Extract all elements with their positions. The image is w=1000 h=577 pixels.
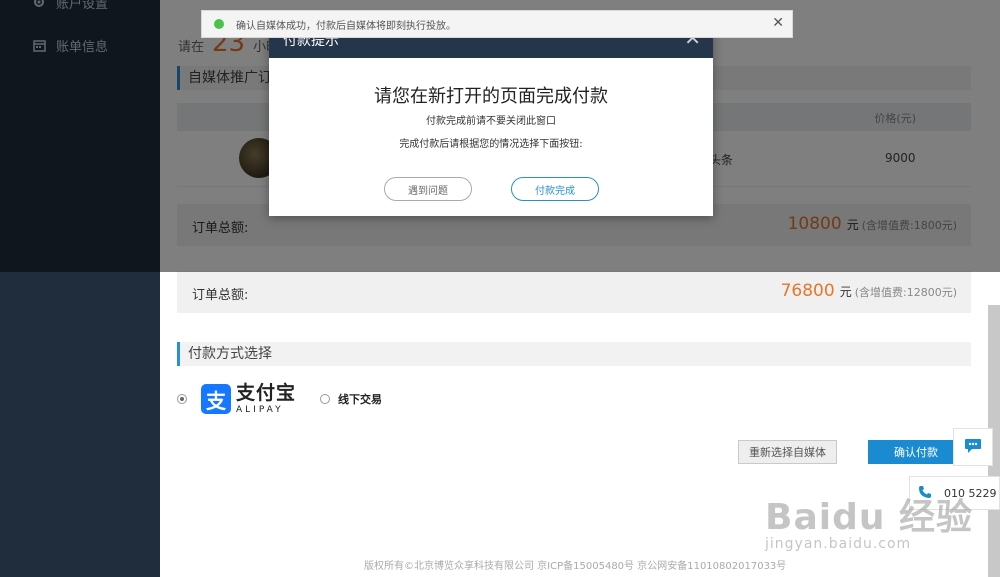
baidu-watermark: Baidu 经验 jingyan.baidu.com — [765, 488, 973, 552]
order-total-label: 订单总额: — [192, 288, 249, 303]
confirm-payment-button[interactable]: 确认付款 — [868, 440, 964, 464]
section-title-payment: 付款方式选择 — [177, 342, 971, 366]
footer-copyright: 版权所有©北京博览众享科技有限公司 京ICP备15005480号 京公网安备11… — [364, 561, 787, 572]
chat-icon — [964, 438, 982, 457]
payment-methods: 支 支付宝 ALIPAY 线下交易 — [177, 382, 971, 416]
chat-button[interactable] — [953, 428, 993, 466]
reselect-media-button[interactable]: 重新选择自媒体 — [738, 440, 837, 464]
order-total-value: 76800 元 (含增值费:12800元) — [781, 281, 957, 301]
dialog-line-2: 完成付款后请根据您的情况选择下面按钮: — [399, 139, 583, 150]
alipay-logo[interactable]: 支 支付宝 ALIPAY — [201, 381, 297, 415]
dialog-heading: 请您在新打开的页面完成付款 — [374, 86, 608, 107]
alipay-wordmark: 支付宝 ALIPAY — [236, 381, 297, 415]
alipay-radio[interactable] — [177, 394, 187, 404]
watermark-brand: Baidu 经验 — [765, 497, 974, 538]
offline-label: 线下交易 — [338, 393, 383, 406]
success-toast: 确认自媒体成功，付款后自媒体将即刻执行投放。 ✕ — [201, 10, 793, 38]
offline-radio[interactable] — [320, 394, 331, 404]
alipay-name-en: ALIPAY — [236, 404, 284, 415]
order-total-grand: 订单总额: 76800 元 (含增值费:12800元) — [177, 271, 971, 313]
payment-prompt-dialog: 付款提示 ✕ 请您在新打开的页面完成付款 付款完成前请不要关闭此窗口 完成付款后… — [269, 20, 713, 216]
order-total-tax: (含增值费:12800元) — [854, 286, 957, 299]
toast-message: 确认自媒体成功，付款后自媒体将即刻执行投放。 — [236, 20, 456, 32]
success-icon — [214, 19, 224, 29]
alipay-icon: 支 — [201, 384, 231, 414]
order-total-amount: 76800 — [780, 281, 835, 301]
alipay-name-cn: 支付宝 — [236, 381, 297, 404]
payment-done-button[interactable]: 付款完成 — [511, 177, 599, 201]
close-icon[interactable]: ✕ — [772, 15, 784, 31]
order-total-unit: 元 — [839, 285, 852, 299]
offline-option[interactable]: 线下交易 — [320, 391, 382, 407]
dialog-line-1: 付款完成前请不要关闭此窗口 — [426, 116, 556, 127]
problem-button[interactable]: 遇到问题 — [384, 177, 472, 201]
